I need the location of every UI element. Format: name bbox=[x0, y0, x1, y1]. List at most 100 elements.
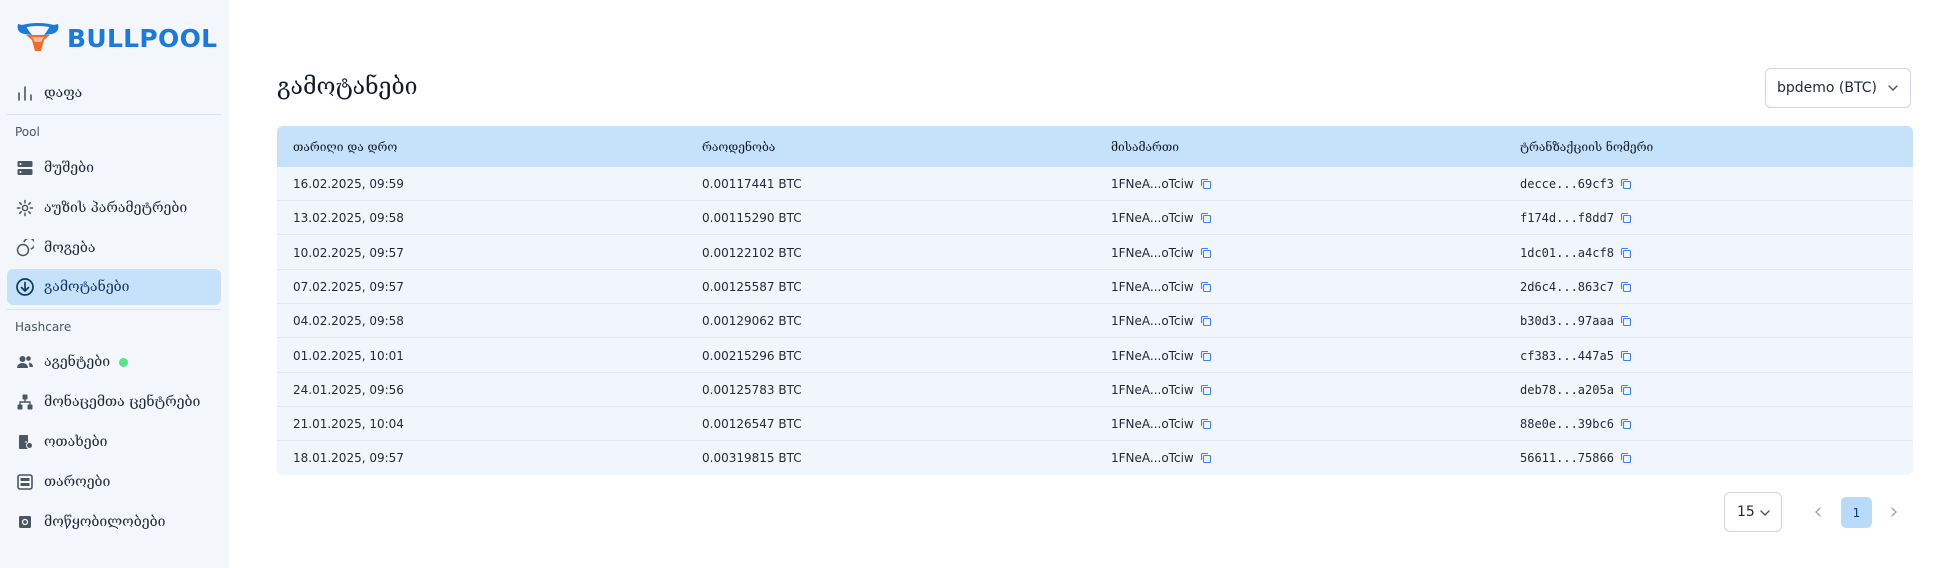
cell-tx: cf383...447a5 bbox=[1520, 349, 1632, 363]
column-header-tx: ტრანზაქციის ნომერი bbox=[1520, 140, 1654, 154]
copy-tx-icon[interactable] bbox=[1620, 315, 1632, 327]
cell-amount-text: 0.00122102 BTC bbox=[702, 245, 802, 260]
sidebar-item-workers[interactable]: მუშები bbox=[7, 150, 221, 186]
sidebar: BULLPOOL დაფა Pool მუშები აუზის პარამეტრ… bbox=[0, 0, 229, 568]
cell-tx: decce...69cf3 bbox=[1520, 177, 1632, 191]
cell-tx: 1dc01...a4cf8 bbox=[1520, 246, 1632, 260]
copy-address-icon[interactable] bbox=[1200, 281, 1212, 293]
chevron-down-icon bbox=[1758, 506, 1772, 524]
sidebar-item-label: მოგება bbox=[44, 240, 96, 256]
cell-amount-text: 0.00126547 BTC bbox=[702, 417, 802, 432]
previous-page-button[interactable] bbox=[1808, 502, 1828, 522]
cell-date-text: 21.01.2025, 10:04 bbox=[293, 417, 404, 432]
account-select[interactable]: bpdemo (BTC) bbox=[1765, 68, 1911, 108]
copy-tx-icon[interactable] bbox=[1620, 384, 1632, 396]
per-page-value: 15 bbox=[1737, 504, 1755, 520]
table-row: 04.02.2025, 09:58 0.00129062 BTC 1FNeA...o… bbox=[277, 304, 1913, 339]
room-icon bbox=[15, 432, 35, 452]
cell-address: 1FNeA...oTciw bbox=[1111, 417, 1212, 431]
table-header: თარიღი და დრო რაოდენობა მისამართი ტრანზა… bbox=[277, 126, 1913, 167]
copy-tx-icon[interactable] bbox=[1620, 247, 1632, 259]
sidebar-item-label: თაროები bbox=[44, 474, 111, 490]
cell-amount: 0.00125587 BTC bbox=[702, 280, 802, 294]
cell-date: 10.02.2025, 09:57 bbox=[293, 246, 404, 260]
cell-address-text: 1FNeA...oTciw bbox=[1111, 348, 1194, 363]
download-circle-icon bbox=[15, 277, 35, 297]
cell-date-text: 16.02.2025, 09:59 bbox=[293, 177, 404, 191]
copy-tx-icon[interactable] bbox=[1620, 452, 1632, 464]
sidebar-item-withdrawals[interactable]: გამოტანები bbox=[7, 269, 221, 305]
cell-address-text: 1FNeA...oTciw bbox=[1111, 314, 1194, 329]
cell-address: 1FNeA...oTciw bbox=[1111, 349, 1212, 363]
copy-address-icon[interactable] bbox=[1200, 350, 1212, 362]
copy-address-icon[interactable] bbox=[1200, 212, 1212, 224]
cell-address-text: 1FNeA...oTciw bbox=[1111, 279, 1194, 294]
sidebar-item-earnings[interactable]: მოგება bbox=[7, 230, 221, 266]
cell-amount-text: 0.00125587 BTC bbox=[702, 279, 802, 294]
cell-date-text: 01.02.2025, 10:01 bbox=[293, 348, 404, 363]
cell-date: 16.02.2025, 09:59 bbox=[293, 177, 404, 191]
section-label-hashcare: Hashcare bbox=[15, 320, 72, 334]
copy-tx-icon[interactable] bbox=[1620, 418, 1632, 430]
sidebar-item-agents[interactable]: აგენტები bbox=[7, 344, 221, 380]
copy-address-icon[interactable] bbox=[1200, 315, 1212, 327]
column-header-date: თარიღი და დრო bbox=[293, 140, 398, 154]
cell-amount: 0.00122102 BTC bbox=[702, 246, 802, 260]
cell-amount-text: 0.00319815 BTC bbox=[702, 451, 802, 466]
cell-address: 1FNeA...oTciw bbox=[1111, 383, 1212, 397]
sidebar-item-devices[interactable]: მოწყობილობები bbox=[7, 504, 221, 540]
sidebar-item-dashboard[interactable]: დაფა bbox=[7, 75, 221, 111]
sidebar-item-data-centers[interactable]: მონაცემთა ცენტრები bbox=[7, 384, 221, 420]
sidebar-item-rooms[interactable]: ოთახები bbox=[7, 424, 221, 460]
next-page-button[interactable] bbox=[1884, 502, 1904, 522]
cell-address: 1FNeA...oTciw bbox=[1111, 177, 1212, 191]
copy-tx-icon[interactable] bbox=[1620, 350, 1632, 362]
brand-name: BULLPOOL bbox=[67, 23, 218, 53]
gear-icon bbox=[15, 198, 35, 218]
copy-address-icon[interactable] bbox=[1200, 418, 1212, 430]
chevron-down-icon bbox=[1886, 81, 1900, 99]
copy-tx-icon[interactable] bbox=[1620, 178, 1632, 190]
cell-amount: 0.00115290 BTC bbox=[702, 211, 802, 225]
cell-date-text: 04.02.2025, 09:58 bbox=[293, 314, 404, 329]
brand-logo[interactable]: BULLPOOL bbox=[14, 19, 217, 57]
cell-date: 04.02.2025, 09:58 bbox=[293, 314, 404, 328]
page-title: გამოტანები bbox=[277, 74, 418, 100]
copy-address-icon[interactable] bbox=[1200, 178, 1212, 190]
cell-tx-text: 88e0e...39bc6 bbox=[1520, 417, 1614, 432]
copy-tx-icon[interactable] bbox=[1620, 281, 1632, 293]
copy-address-icon[interactable] bbox=[1200, 384, 1212, 396]
cell-amount-text: 0.00115290 BTC bbox=[702, 211, 802, 226]
column-header-amount: რაოდენობა bbox=[702, 140, 776, 154]
cell-address-text: 1FNeA...oTciw bbox=[1111, 211, 1194, 226]
chevron-left-icon bbox=[1812, 503, 1824, 522]
table-row: 21.01.2025, 10:04 0.00126547 BTC 1FNeA...o… bbox=[277, 407, 1913, 442]
cell-tx: 88e0e...39bc6 bbox=[1520, 417, 1632, 431]
chip-icon bbox=[15, 512, 35, 532]
per-page-select[interactable]: 15 bbox=[1724, 492, 1782, 532]
sidebar-item-label: გამოტანები bbox=[44, 279, 130, 295]
cell-amount: 0.00319815 BTC bbox=[702, 451, 802, 465]
copy-address-icon[interactable] bbox=[1200, 452, 1212, 464]
table-row: 07.02.2025, 09:57 0.00125587 BTC 1FNeA...o… bbox=[277, 270, 1913, 304]
server-icon bbox=[15, 158, 35, 178]
column-header-address: მისამართი bbox=[1111, 140, 1179, 154]
sidebar-item-pool-settings[interactable]: აუზის პარამეტრები bbox=[7, 190, 221, 226]
cell-date: 07.02.2025, 09:57 bbox=[293, 280, 404, 294]
account-select-value: bpdemo (BTC) bbox=[1777, 80, 1877, 96]
copy-address-icon[interactable] bbox=[1200, 247, 1212, 259]
sidebar-item-label: მუშები bbox=[44, 160, 94, 176]
table-row: 01.02.2025, 10:01 0.00215296 BTC 1FNeA...o… bbox=[277, 339, 1913, 373]
section-label-pool: Pool bbox=[15, 125, 40, 139]
cell-address-text: 1FNeA...oTciw bbox=[1111, 382, 1194, 397]
copy-tx-icon[interactable] bbox=[1620, 212, 1632, 224]
table-row: 13.02.2025, 09:58 0.00115290 BTC 1FNeA...o… bbox=[277, 201, 1913, 236]
bar-chart-icon bbox=[15, 83, 35, 103]
cell-tx: 2d6c4...863c7 bbox=[1520, 280, 1632, 294]
bull-logo-icon bbox=[14, 18, 62, 58]
cell-tx-text: 1dc01...a4cf8 bbox=[1520, 245, 1614, 260]
sidebar-item-racks[interactable]: თაროები bbox=[7, 464, 221, 500]
cell-date: 01.02.2025, 10:01 bbox=[293, 349, 404, 363]
divider bbox=[7, 114, 221, 115]
page-button-current[interactable]: 1 bbox=[1841, 497, 1872, 528]
